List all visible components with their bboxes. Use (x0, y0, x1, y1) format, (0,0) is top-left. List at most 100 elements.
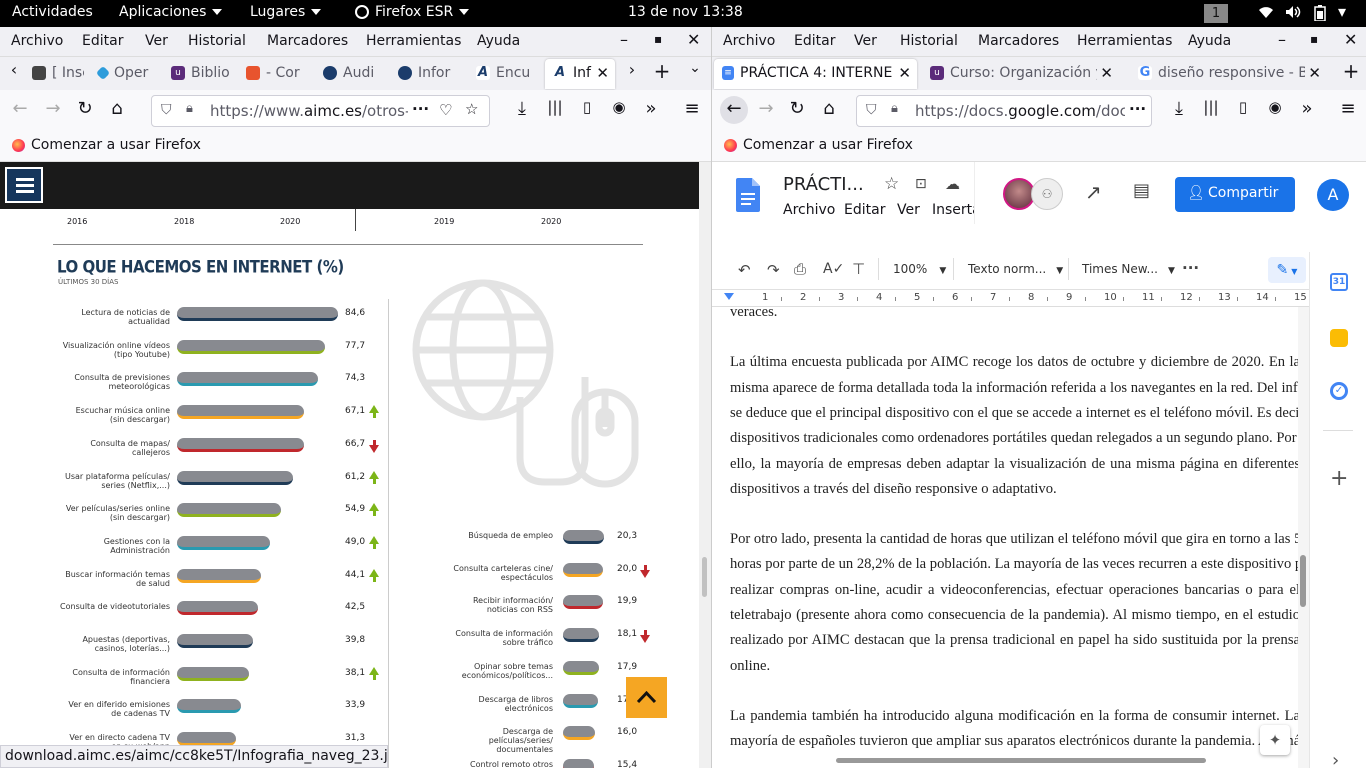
power-menu[interactable]: ▾ (1338, 2, 1346, 21)
document-page[interactable]: veraces. La última encuesta publicada por… (712, 307, 1298, 768)
back-icon[interactable]: ← (8, 98, 32, 119)
forward-icon[interactable]: → (754, 98, 778, 119)
workspace-indicator[interactable]: 1 (1204, 4, 1228, 23)
url-bar[interactable]: ⛉ 🔒︎ https://docs.google.com/docu ··· (856, 95, 1152, 127)
page-actions-icon[interactable]: ··· (1125, 100, 1147, 118)
new-tab-button[interactable]: + (650, 59, 674, 83)
wifi-icon[interactable] (1258, 5, 1274, 23)
reload-icon[interactable]: ↻ (73, 98, 97, 119)
account-avatar[interactable]: A (1317, 179, 1349, 211)
tab-3[interactable]: u Biblio (163, 59, 231, 89)
menu-ayuda[interactable]: Ayuda (477, 33, 520, 49)
lock-icon[interactable]: 🔒︎ (186, 101, 193, 116)
overflow-chevron-icon[interactable]: » (1295, 98, 1319, 119)
menu-herramientas[interactable]: Herramientas (366, 33, 461, 49)
clock[interactable]: 13 de nov 13:38 (628, 4, 743, 20)
comments-icon[interactable]: ▤ (1133, 180, 1150, 201)
shield-icon[interactable]: ⛉ (866, 102, 877, 118)
tab-6[interactable]: Infor (390, 59, 460, 89)
page-actions-icon[interactable]: ··· (408, 100, 430, 118)
document-scrollbar[interactable] (1298, 307, 1309, 768)
more-tools-icon[interactable]: ··· (1182, 259, 1199, 277)
add-ons-plus-icon[interactable]: + (1330, 466, 1348, 491)
zoom-select[interactable]: 100% ▼ (893, 262, 946, 276)
undo-icon[interactable]: ↶ (738, 261, 751, 279)
overflow-chevron-icon[interactable]: » (639, 98, 663, 119)
lock-icon[interactable]: 🔒︎ (891, 101, 898, 116)
home-icon[interactable]: ⌂ (105, 98, 129, 119)
tab-7[interactable]: A Encu (468, 59, 538, 89)
scroll-tabs-left-icon[interactable]: ‹ (2, 60, 26, 79)
new-tab-button[interactable]: + (1339, 59, 1363, 83)
paint-format-icon[interactable]: ⊤ (852, 260, 865, 278)
bookmark-getting-started[interactable]: Comenzar a usar Firefox (724, 137, 913, 153)
docs-logo-icon[interactable] (736, 178, 760, 212)
menu-herramientas[interactable]: Herramientas (1077, 33, 1172, 49)
reload-icon[interactable]: ↻ (785, 98, 809, 119)
menu-ver[interactable]: Ver (145, 33, 168, 49)
page-scrollbar[interactable] (699, 162, 711, 768)
docs-menu-editar[interactable]: Editar (844, 202, 885, 218)
hamburger-menu-icon[interactable]: ≡ (1336, 98, 1360, 119)
applications-menu[interactable]: Aplicaciones (119, 4, 223, 20)
forward-icon[interactable]: → (41, 98, 65, 119)
maximize-button[interactable]: ▪ (1310, 32, 1318, 46)
tab-8-active[interactable]: A Inf ✕ (545, 59, 615, 89)
tab-5[interactable]: Audi (315, 59, 383, 89)
close-window-button[interactable]: ✕ (1344, 30, 1357, 49)
cloud-status-icon[interactable]: ☁ (945, 175, 960, 193)
move-folder-icon[interactable]: ⊡ (915, 176, 927, 192)
document-title[interactable]: PRÁCTI... (783, 174, 864, 195)
bookmark-getting-started[interactable]: Comenzar a usar Firefox (12, 137, 201, 153)
menu-ayuda[interactable]: Ayuda (1188, 33, 1231, 49)
tasks-icon[interactable]: ✓ (1330, 382, 1348, 400)
menu-historial[interactable]: Historial (900, 33, 958, 49)
close-tab-icon[interactable]: ✕ (1097, 64, 1113, 82)
keep-icon[interactable] (1330, 329, 1348, 347)
anonymous-avatar-icon[interactable]: ⚇ (1031, 178, 1063, 210)
account-icon[interactable]: ◉ (607, 98, 631, 116)
places-menu[interactable]: Lugares (250, 4, 322, 20)
activity-trend-icon[interactable]: ↗ (1085, 180, 1102, 204)
library-icon[interactable]: ||| (1199, 98, 1223, 116)
docs-menu-archivo[interactable]: Archivo (783, 202, 835, 218)
font-select[interactable]: Times New... ▼ (1082, 262, 1175, 276)
tab-google-search[interactable]: Gdiseño responsive - Bu ✕ (1130, 59, 1327, 89)
menu-marcadores[interactable]: Marcadores (978, 33, 1059, 49)
docs-menu-ver[interactable]: Ver (897, 202, 920, 218)
url-bar[interactable]: ⛉ 🔒︎ https://www.aimc.es/otros- ··· ♡ ☆ (151, 95, 490, 127)
app-menu[interactable]: Firefox ESR (355, 4, 470, 20)
library-icon[interactable]: ||| (543, 98, 567, 116)
menu-historial[interactable]: Historial (188, 33, 246, 49)
maximize-button[interactable]: ▪ (654, 32, 662, 46)
scroll-tabs-right-icon[interactable]: › (620, 60, 644, 79)
pocket-icon[interactable]: ♡ (439, 101, 453, 119)
menu-editar[interactable]: Editar (82, 33, 123, 49)
close-tab-icon[interactable]: ✕ (895, 64, 911, 82)
menu-archivo[interactable]: Archivo (723, 33, 775, 49)
menu-marcadores[interactable]: Marcadores (267, 33, 348, 49)
share-button[interactable]: 👤︎ Compartir (1175, 177, 1295, 212)
bookmark-star-icon[interactable]: ☆ (465, 100, 479, 118)
close-tab-icon[interactable]: ✕ (1305, 64, 1321, 82)
spellcheck-icon[interactable]: A✓ (823, 261, 844, 277)
close-tab-icon[interactable]: ✕ (596, 64, 609, 82)
back-to-top-button[interactable] (626, 677, 667, 718)
tab-practica-active[interactable]: ≡ PRÁCTICA 4: INTERNE ✕ (714, 59, 917, 89)
menu-ver[interactable]: Ver (854, 33, 877, 49)
site-menu-button[interactable] (5, 167, 43, 203)
sidebar-icon[interactable]: ▯ (575, 98, 599, 116)
list-tabs-icon[interactable]: ⌄ (683, 60, 707, 76)
close-window-button[interactable]: ✕ (687, 30, 700, 49)
explore-button-icon[interactable]: ✦ (1260, 725, 1290, 755)
tab-4[interactable]: - Cor (238, 59, 308, 89)
horizontal-scrollbar[interactable] (836, 758, 1206, 763)
battery-icon[interactable] (1314, 5, 1326, 25)
indent-marker-icon[interactable] (724, 293, 734, 300)
expand-panel-chevron-icon[interactable]: › (1332, 750, 1339, 768)
account-icon[interactable]: ◉ (1263, 98, 1287, 116)
minimize-button[interactable]: – (1278, 30, 1286, 49)
menu-archivo[interactable]: Archivo (11, 33, 63, 49)
minimize-button[interactable]: – (620, 30, 628, 49)
calendar-icon[interactable]: 31 (1330, 273, 1348, 291)
